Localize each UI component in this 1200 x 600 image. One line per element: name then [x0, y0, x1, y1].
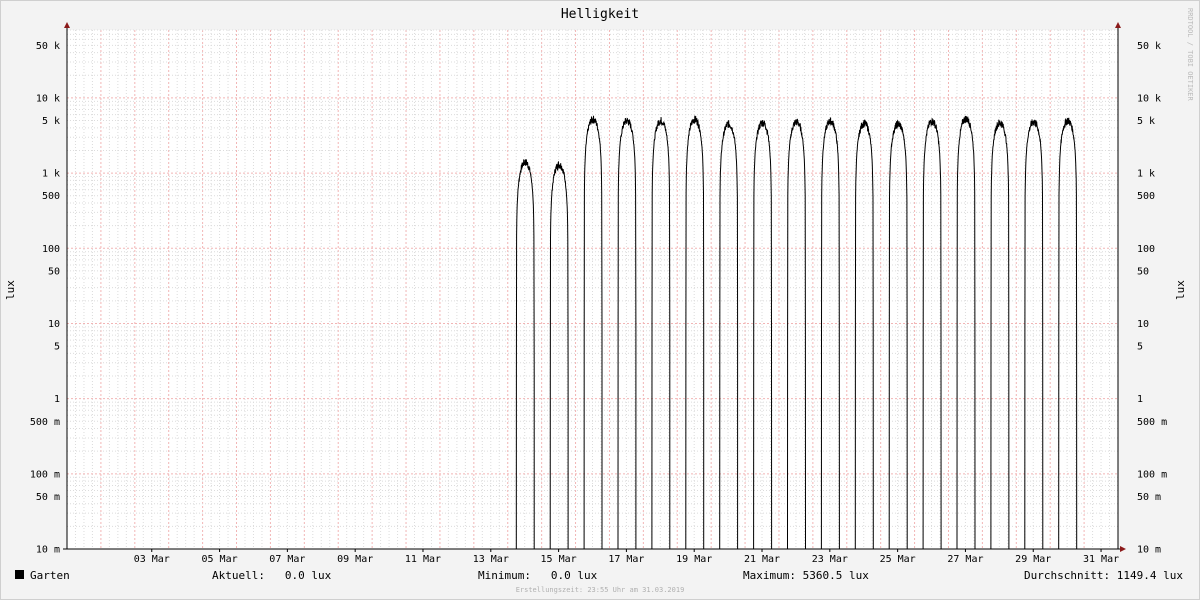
y-tick-label-left: 1	[54, 394, 60, 405]
y-tick-label-left: 5 k	[42, 116, 60, 127]
watermark: RRDTOOL / TOBI OETIKER	[1186, 8, 1194, 102]
legend-swatch	[15, 570, 24, 579]
y-tick-label-right: 100	[1137, 244, 1155, 255]
y-tick-label-right: 500 m	[1137, 417, 1167, 428]
y-tick-label-right: 50 k	[1137, 41, 1161, 52]
x-tick-label: 03 Mar	[134, 554, 170, 565]
y-tick-label-right: 100 m	[1137, 469, 1167, 480]
legend-average: Durchschnitt: 1149.4 lux	[1024, 569, 1183, 582]
x-tick-label: 13 Mar	[473, 554, 509, 565]
x-tick-label: 29 Mar	[1015, 554, 1051, 565]
x-tick-label: 27 Mar	[947, 554, 983, 565]
y-tick-label-left: 500	[42, 191, 60, 202]
y-tick-label-left: 1 k	[42, 169, 60, 180]
y-tick-label-right: 50	[1137, 266, 1149, 277]
y-tick-label-right: 500	[1137, 191, 1155, 202]
y-tick-label-right: 1 k	[1137, 169, 1155, 180]
y-tick-label-left: 500 m	[30, 417, 60, 428]
legend-series-name: Garten	[30, 569, 70, 582]
y-tick-label-right: 10	[1137, 319, 1149, 330]
x-tick-label: 15 Mar	[541, 554, 577, 565]
y-tick-label-right: 50 m	[1137, 492, 1161, 503]
y-tick-label-left: 50 k	[36, 41, 60, 52]
legend-maximum: Maximum: 5360.5 lux	[743, 569, 869, 582]
legend-minimum: Minimum: 0.0 lux	[478, 569, 598, 582]
x-tick-label: 25 Mar	[880, 554, 916, 565]
x-tick-label: 09 Mar	[337, 554, 373, 565]
y-tick-label-left: 5	[54, 342, 60, 353]
y-tick-label-left: 10	[48, 319, 60, 330]
x-tick-label: 17 Mar	[608, 554, 644, 565]
y-tick-label-left: 100 m	[30, 469, 60, 480]
footer-timestamp: Erstellungszeit: 23:55 Uhr am 31.03.2019	[516, 586, 685, 594]
y-tick-label-left: 100	[42, 244, 60, 255]
x-tick-label: 23 Mar	[812, 554, 848, 565]
chart-frame: 03 Mar 05 Mar 07 Mar 09 Mar 11 Mar 13 Mar 15 M…	[0, 0, 1200, 600]
x-tick-label: 11 Mar	[405, 554, 441, 565]
x-tick-label: 31 Mar	[1083, 554, 1119, 565]
y-tick-label-right: 5	[1137, 342, 1143, 353]
y-tick-label-left: 50 m	[36, 492, 60, 503]
x-tick-label: 19 Mar	[676, 554, 712, 565]
y-tick-label-left: 50	[48, 266, 60, 277]
y-tick-label-right: 10 k	[1137, 93, 1161, 104]
y-tick-label-right: 5 k	[1137, 116, 1155, 127]
y-tick-label-left: 10 m	[36, 545, 60, 556]
x-tick-label: 07 Mar	[269, 554, 305, 565]
x-tick-label: 21 Mar	[744, 554, 780, 565]
y-tick-label-left: 10 k	[36, 93, 60, 104]
y-axis-label-left: lux	[4, 280, 17, 300]
y-tick-label-right: 10 m	[1137, 545, 1161, 556]
y-tick-label-right: 1	[1137, 394, 1143, 405]
y-axis-label-right: lux	[1174, 280, 1187, 300]
chart-title: Helligkeit	[561, 7, 639, 22]
legend-current: Aktuell: 0.0 lux	[212, 569, 332, 582]
x-tick-label: 05 Mar	[202, 554, 238, 565]
